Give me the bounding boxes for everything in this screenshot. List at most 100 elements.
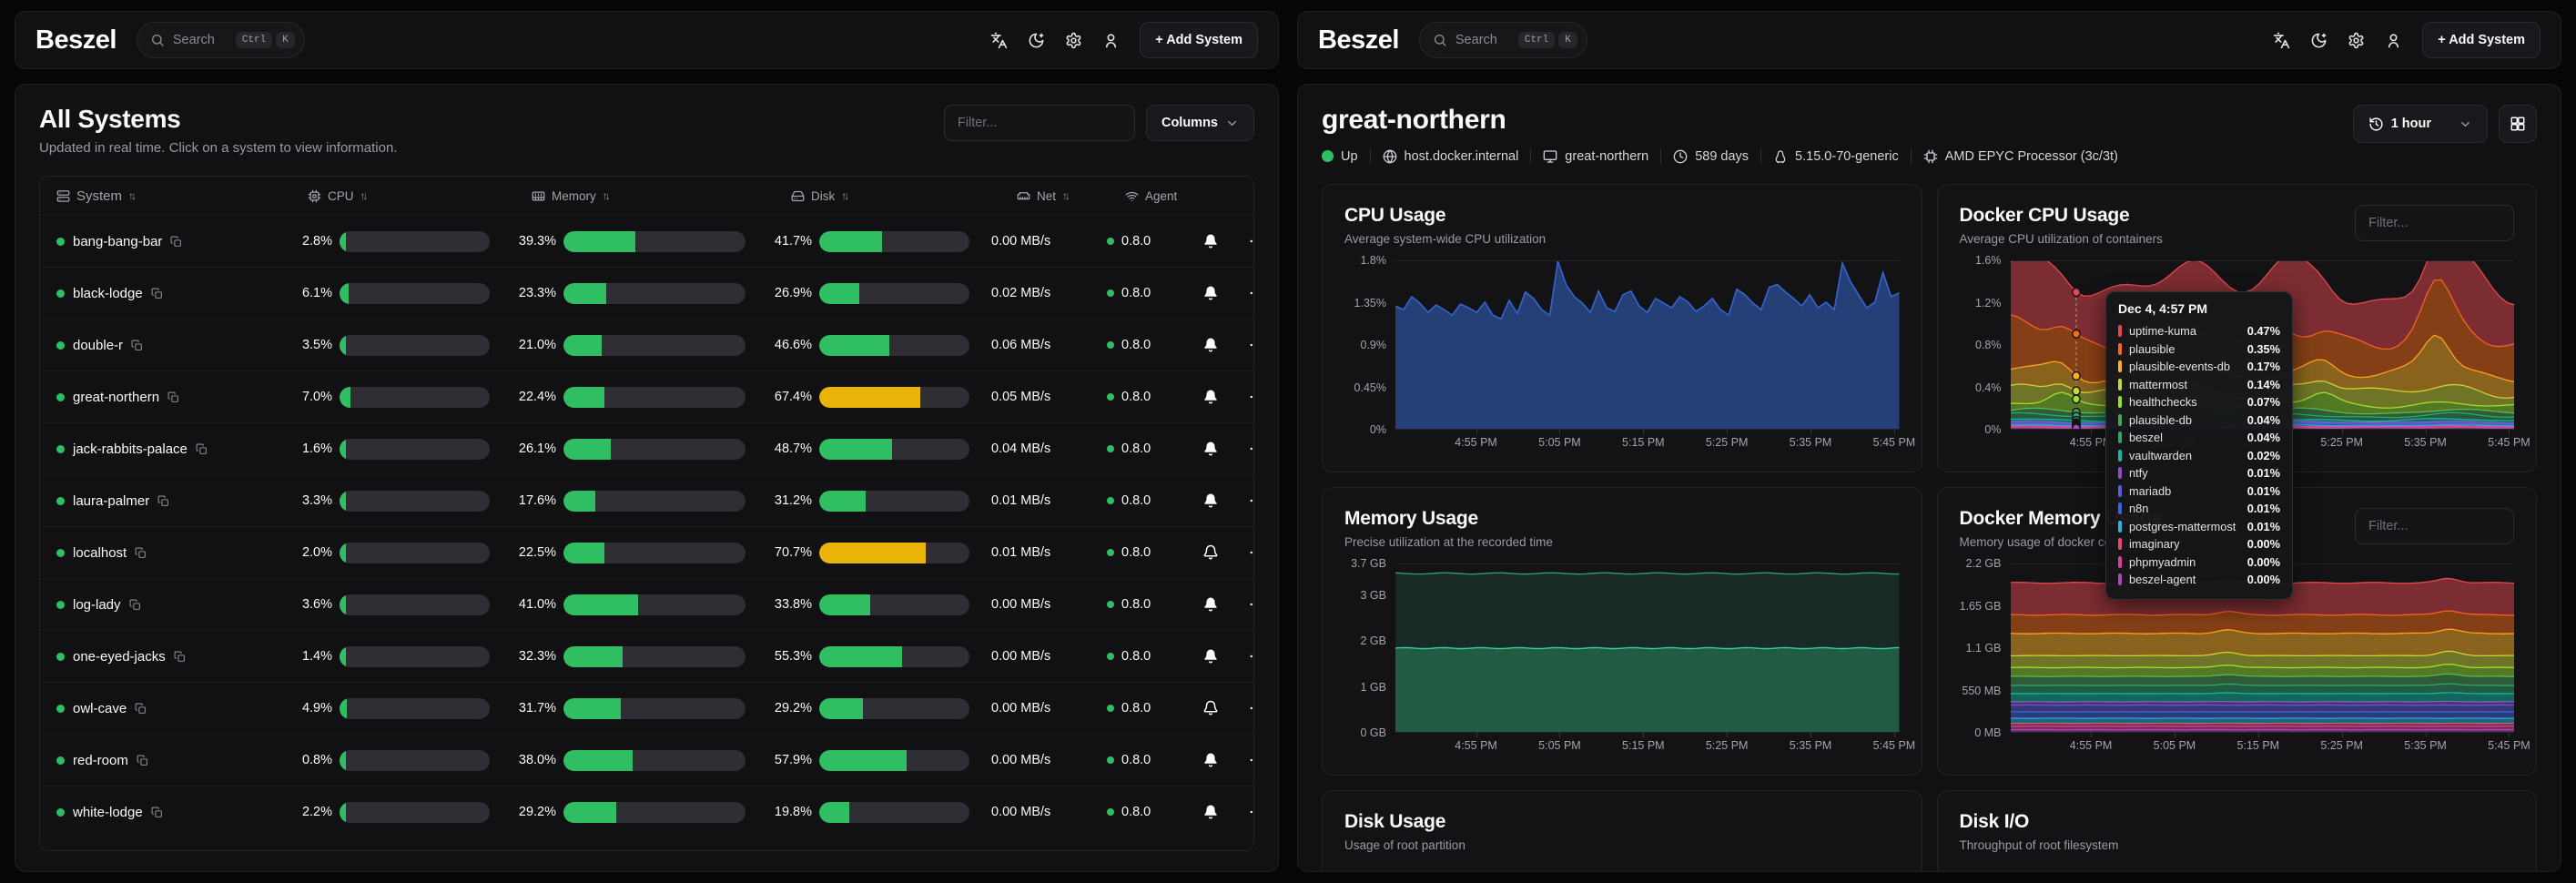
usage-meter <box>819 594 969 615</box>
copy-icon[interactable] <box>151 288 163 299</box>
columns-button[interactable]: Columns <box>1146 105 1254 141</box>
usage-meter <box>563 491 745 512</box>
table-row[interactable]: one-eyed-jacks 1.4% 32.3% 55.3% 0.00 MB/… <box>40 630 1253 682</box>
x-axis-tickmark <box>2258 733 2259 737</box>
ellipsis-icon[interactable] <box>1248 492 1254 509</box>
chart-filter-input[interactable] <box>2355 508 2514 544</box>
bell-icon[interactable] <box>1202 492 1219 509</box>
copy-icon[interactable] <box>167 391 179 403</box>
status-item: 589 days <box>1673 149 1749 164</box>
usage-meter <box>340 646 490 667</box>
system-name: laura-palmer <box>73 493 149 509</box>
table-row[interactable]: log-lady 3.6% 41.0% 33.8% 0.00 MB/s 0.8.… <box>40 578 1253 630</box>
agent-version: 0.8.0 <box>1121 390 1151 404</box>
agent-status-dot <box>1107 341 1114 349</box>
ellipsis-icon[interactable] <box>1248 389 1254 405</box>
x-axis: 4:55 PM 5:05 PM 5:15 PM 5:25 PM 5:35 PM … <box>1395 733 1900 755</box>
disk-value: 48.7% <box>762 442 812 456</box>
add-system-button[interactable]: + Add System <box>2422 22 2541 58</box>
gear-icon[interactable] <box>2348 32 2365 49</box>
ellipsis-icon[interactable] <box>1248 700 1254 716</box>
table-row[interactable]: black-lodge 6.1% 23.3% 26.9% 0.02 MB/s 0… <box>40 267 1253 319</box>
copy-icon[interactable] <box>131 340 143 351</box>
copy-icon[interactable] <box>135 547 147 559</box>
ellipsis-icon[interactable] <box>1248 544 1254 561</box>
cpu-icon <box>308 189 321 203</box>
series-color-marker <box>2118 379 2122 391</box>
bell-icon[interactable] <box>1202 752 1219 768</box>
table-row[interactable]: red-room 0.8% 38.0% 57.9% 0.00 MB/s 0.8.… <box>40 734 1253 786</box>
bell-icon[interactable] <box>1202 285 1219 301</box>
col-header-system[interactable]: System↑↓ <box>56 188 275 204</box>
table-row[interactable]: laura-palmer 3.3% 17.6% 31.2% 0.01 MB/s … <box>40 474 1253 526</box>
search-input[interactable]: Search CtrlK <box>1419 22 1587 58</box>
copy-icon[interactable] <box>170 236 182 248</box>
bell-icon[interactable] <box>1202 804 1219 820</box>
usage-meter <box>340 802 490 823</box>
x-axis-tick: 5:25 PM <box>1706 739 1749 752</box>
ellipsis-icon[interactable] <box>1248 596 1254 613</box>
ellipsis-icon[interactable] <box>1248 752 1254 768</box>
table-filter-input[interactable] <box>944 105 1135 141</box>
col-header-net[interactable]: Net↑↓ <box>986 189 1090 203</box>
table-row[interactable]: double-r 3.5% 21.0% 46.6% 0.06 MB/s 0.8.… <box>40 319 1253 370</box>
container-name: uptime-kuma <box>2129 324 2196 338</box>
chart-filter-input[interactable] <box>2355 205 2514 241</box>
bell-icon[interactable] <box>1202 233 1219 249</box>
gear-icon[interactable] <box>1065 32 1082 49</box>
bell-icon[interactable] <box>1202 389 1219 405</box>
col-header-disk[interactable]: Disk↑↓ <box>762 189 979 203</box>
moon-icon[interactable] <box>1028 32 1045 49</box>
bell-icon[interactable] <box>1202 700 1219 716</box>
x-axis-tickmark <box>1727 733 1728 737</box>
table-row[interactable]: jack-rabbits-palace 1.6% 26.1% 48.7% 0.0… <box>40 422 1253 474</box>
layout-grid-button[interactable] <box>2499 105 2537 143</box>
table-row[interactable]: owl-cave 4.9% 31.7% 29.2% 0.00 MB/s 0.8.… <box>40 682 1253 734</box>
table-row[interactable]: localhost 2.0% 22.5% 70.7% 0.01 MB/s 0.8… <box>40 526 1253 578</box>
time-range-select[interactable]: 1 hour <box>2353 105 2488 143</box>
moon-icon[interactable] <box>2310 32 2328 49</box>
ellipsis-icon[interactable] <box>1248 441 1254 457</box>
chart-plot-cpu[interactable] <box>1395 260 1900 430</box>
ellipsis-icon[interactable] <box>1248 648 1254 665</box>
copy-icon[interactable] <box>157 495 169 507</box>
copy-icon[interactable] <box>137 755 148 766</box>
languages-icon[interactable] <box>990 32 1008 49</box>
bell-icon[interactable] <box>1202 596 1219 613</box>
container-value: 0.02% <box>2247 449 2280 462</box>
table-row[interactable]: white-lodge 2.2% 29.2% 19.8% 0.00 MB/s 0… <box>40 786 1253 837</box>
bell-icon[interactable] <box>1202 337 1219 353</box>
bell-icon[interactable] <box>1202 648 1219 665</box>
table-row[interactable]: bang-bang-bar 2.8% 39.3% 41.7% 0.00 MB/s… <box>40 215 1253 267</box>
table-row[interactable]: great-northern 7.0% 22.4% 67.4% 0.05 MB/… <box>40 370 1253 422</box>
copy-icon[interactable] <box>129 599 141 611</box>
ellipsis-icon[interactable] <box>1248 285 1254 301</box>
y-axis-tick: 1.65 GB <box>1960 600 2002 613</box>
ellipsis-icon[interactable] <box>1248 804 1254 820</box>
copy-icon[interactable] <box>151 807 163 818</box>
ellipsis-icon[interactable] <box>1248 337 1254 353</box>
copy-icon[interactable] <box>174 651 186 663</box>
user-icon[interactable] <box>2385 32 2402 49</box>
beszel-logo[interactable]: Beszel <box>1318 25 1399 56</box>
container-value: 0.04% <box>2247 413 2280 427</box>
col-header-memory[interactable]: Memory↑↓ <box>506 189 755 203</box>
beszel-logo[interactable]: Beszel <box>35 25 117 56</box>
system-name: owl-cave <box>73 701 127 716</box>
add-system-button[interactable]: + Add System <box>1140 22 1258 58</box>
disk-value: 31.2% <box>762 493 812 508</box>
col-header-agent[interactable]: Agent <box>1098 189 1184 203</box>
copy-icon[interactable] <box>196 443 208 455</box>
ellipsis-icon[interactable] <box>1248 233 1254 249</box>
chart-plot-memory[interactable] <box>1395 563 1900 733</box>
search-input[interactable]: Search CtrlK <box>137 22 305 58</box>
col-header-cpu[interactable]: CPU↑↓ <box>282 189 499 203</box>
user-icon[interactable] <box>1102 32 1120 49</box>
disk-value: 19.8% <box>762 805 812 819</box>
x-axis: 4:55 PM 5:05 PM 5:15 PM 5:25 PM 5:35 PM … <box>2011 733 2515 755</box>
memory-value: 31.7% <box>506 701 556 716</box>
languages-icon[interactable] <box>2273 32 2290 49</box>
bell-icon[interactable] <box>1202 544 1219 561</box>
copy-icon[interactable] <box>135 703 147 715</box>
bell-icon[interactable] <box>1202 441 1219 457</box>
